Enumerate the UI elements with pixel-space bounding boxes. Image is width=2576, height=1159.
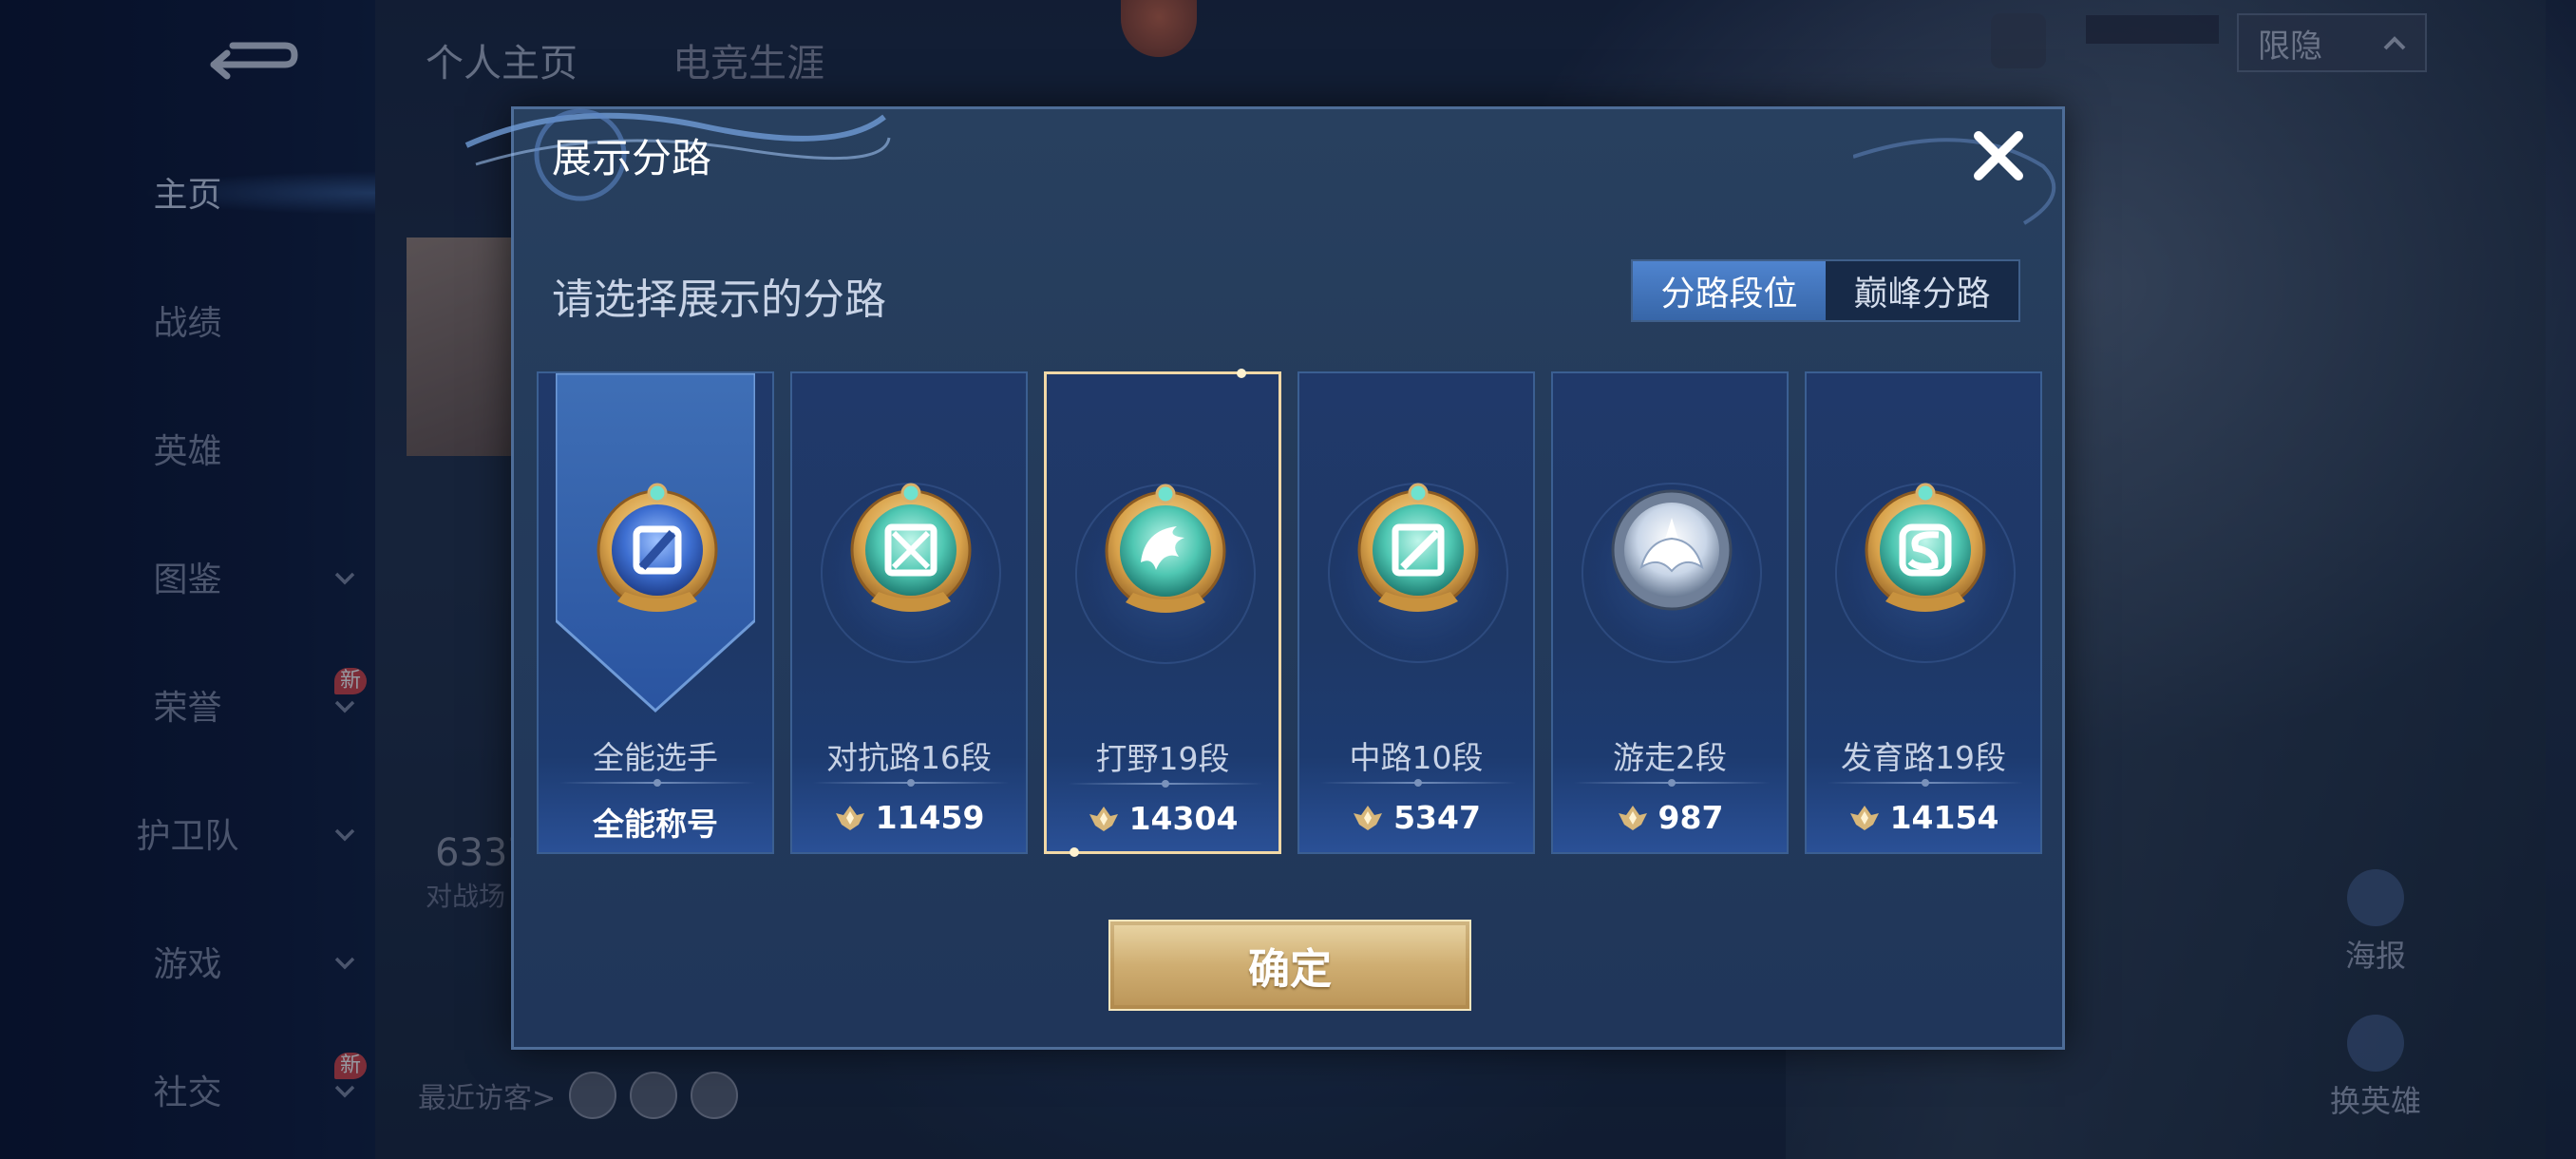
decorative-swirl-right [1853, 138, 2056, 225]
confirm-button[interactable]: 确定 [1108, 920, 1471, 1011]
roam-wing-emblem-icon [1603, 480, 1740, 617]
farm-lane-emblem-icon [1857, 480, 1994, 617]
card-divider [1068, 780, 1263, 788]
lane-card-score-value: 14304 [1128, 800, 1239, 837]
all-round-emblem-icon [589, 480, 726, 617]
lane-card-score: 14154 [1807, 799, 2040, 836]
lane-card-score: 987 [1553, 799, 1787, 836]
selection-corner-dot [1237, 369, 1246, 378]
lane-card-score-value: 11459 [875, 799, 985, 836]
close-button[interactable] [1967, 124, 2030, 187]
tab-lane-rank[interactable]: 分路段位 [1633, 261, 1826, 320]
lane-card-farm-lane[interactable]: 发育路19段 14154 [1805, 371, 2042, 854]
close-icon [1974, 131, 2023, 180]
power-points-icon [1618, 805, 1647, 830]
lane-card-score-value: 14154 [1889, 799, 1999, 836]
lane-card-title: 全能称号 [593, 806, 718, 843]
power-points-icon [1849, 805, 1879, 830]
selection-corner-dot [1070, 847, 1079, 857]
lane-card-score: 11459 [792, 799, 1026, 836]
lane-card-score: 14304 [1047, 800, 1279, 837]
lane-mode-toggle: 分路段位 巅峰分路 [1631, 259, 2020, 322]
clash-lane-emblem-icon [843, 480, 979, 617]
lane-card-rank: 打野19段 [1095, 740, 1230, 777]
jungle-dragon-emblem-icon [1097, 481, 1234, 618]
card-divider [1320, 779, 1516, 787]
dialog-subtitle: 请选择展示的分路 [552, 276, 886, 324]
card-divider [1828, 779, 2023, 787]
lane-card-all-round[interactable]: 全能选手 全能称号 [537, 371, 774, 854]
lane-card-rank: 发育路19段 [1841, 739, 2006, 776]
card-divider [1574, 779, 1770, 787]
tab-peak-lane[interactable]: 巅峰分路 [1826, 261, 2018, 320]
lane-card-roam[interactable]: 游走2段 987 [1551, 371, 1789, 854]
lane-card-rank: 全能选手 [593, 739, 718, 776]
card-divider [559, 779, 755, 787]
lane-card-rank: 对抗路16段 [826, 739, 992, 776]
power-points-icon [1354, 805, 1383, 830]
power-points-icon [1089, 806, 1118, 831]
card-divider [813, 779, 1009, 787]
power-points-icon [835, 805, 864, 830]
lane-card-clash-lane[interactable]: 对抗路16段 11459 [790, 371, 1028, 854]
lane-card-rank: 游走2段 [1613, 739, 1727, 776]
lane-card-list: 全能选手 全能称号 对抗路16段 11459 打野19段 14304 中路10段 5347 游走… [537, 369, 2047, 857]
lane-card-score-value: 5347 [1393, 799, 1481, 836]
lane-card-rank: 中路10段 [1349, 739, 1484, 776]
lane-card-score-value: 987 [1657, 799, 1724, 836]
mid-lane-emblem-icon [1350, 480, 1487, 617]
lane-card-jungle[interactable]: 打野19段 14304 [1044, 369, 1281, 857]
dialog-title: 展示分路 [552, 135, 712, 181]
lane-card-score: 5347 [1299, 799, 1533, 836]
lane-card-mid-lane[interactable]: 中路10段 5347 [1297, 371, 1535, 854]
lane-display-dialog: 展示分路 请选择展示的分路 分路段位 巅峰分路 全能选手 全能称号 对抗路16段 11… [464, 106, 2065, 1050]
